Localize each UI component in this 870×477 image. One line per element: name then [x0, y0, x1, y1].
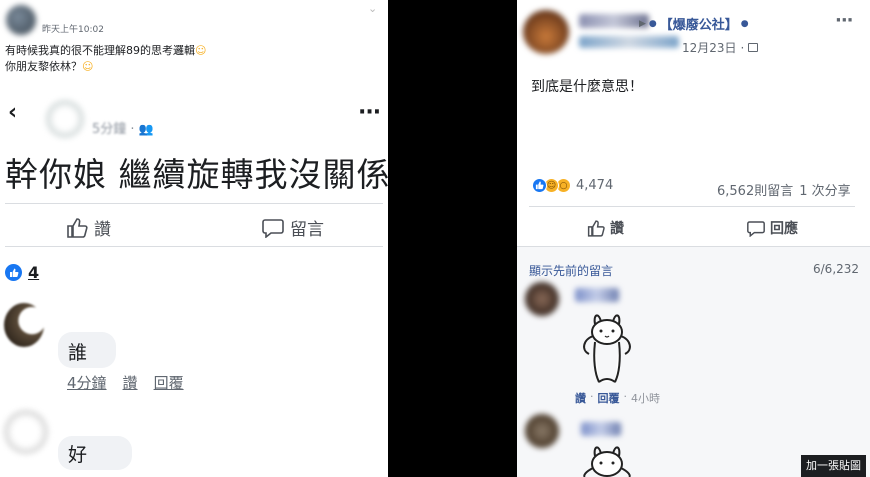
commenter-name[interactable]: [575, 288, 619, 302]
divider: [5, 246, 383, 247]
comment-reply-link[interactable]: 回覆: [154, 372, 184, 393]
reaction-count: 4,474: [576, 178, 614, 193]
avatar[interactable]: [4, 303, 44, 347]
dot-separator: ·: [130, 122, 135, 137]
divider: [529, 206, 855, 207]
reaction-count: 4: [28, 263, 40, 282]
thumbs-up-icon: [66, 217, 88, 238]
comment-share-stats[interactable]: 6,562則留言 1 次分享: [717, 180, 851, 199]
avatar[interactable]: [46, 100, 84, 138]
group-link[interactable]: ▶ ● 【爆廢公社】 ●: [639, 14, 749, 33]
comment-label: 回應: [770, 221, 798, 237]
more-options-icon[interactable]: ···: [835, 10, 853, 31]
like-reaction-icon: [5, 264, 22, 281]
dot-icon: ●: [740, 18, 749, 29]
comment-text: 誰: [68, 342, 88, 364]
left-screenshot: 昨天上午10:02 ⌄ 有時候我真的很不能理解89的思考邏輯☺ 你朋友黎依林？☺…: [0, 0, 388, 477]
avatar[interactable]: [525, 414, 559, 448]
comment-button[interactable]: 回應: [747, 218, 798, 238]
avatar[interactable]: [6, 5, 36, 35]
comment-actions: 讚 · 回覆 · 4小時: [575, 390, 660, 406]
comment-label: 留言: [290, 220, 324, 240]
post-timestamp: 昨天上午10:02: [42, 25, 104, 35]
rabbit-sticker[interactable]: [577, 310, 637, 386]
avatar[interactable]: [525, 282, 559, 316]
poster-subline: [579, 36, 679, 48]
thinking-emoji-icon: ☺: [195, 44, 207, 57]
comment-bubble-icon: [262, 218, 284, 238]
avatar[interactable]: [4, 410, 48, 454]
comment-text: 好: [68, 444, 88, 466]
like-button[interactable]: 讚: [587, 218, 624, 238]
comment-reply-link[interactable]: 回覆: [598, 390, 620, 406]
rabbit-sticker[interactable]: [577, 442, 637, 477]
post-text: 幹你娘 繼續旋轉我沒關係: [5, 155, 388, 194]
reaction-summary[interactable]: ☺ ○ 4,474: [532, 178, 613, 193]
post-text: 到底是什麼意思！: [531, 79, 643, 95]
comment-bubble-icon: [747, 220, 765, 237]
comment-time[interactable]: 4小時: [631, 390, 660, 406]
like-label: 讚: [94, 220, 111, 240]
watermark: 加一張貼圖: [801, 455, 866, 477]
divider: [5, 203, 383, 204]
comment-like-link[interactable]: 讚: [575, 390, 586, 406]
group-name: 【爆廢公社】: [659, 18, 738, 33]
comment-button[interactable]: 留言: [262, 215, 324, 240]
share-count[interactable]: 1 次分享: [799, 180, 850, 199]
post-time: 5分鐘 · 👥: [92, 122, 154, 137]
like-label: 讚: [610, 221, 624, 237]
chevron-down-icon[interactable]: ⌄: [368, 2, 377, 15]
comment-actions: 4分鐘 讚 回覆: [67, 372, 184, 393]
right-screenshot: ▶ ● 【爆廢公社】 ● 12月23日 · ··· 到底是什麼意思！ ☺ ○ 4…: [517, 0, 870, 477]
comment-time[interactable]: 4分鐘: [67, 372, 107, 393]
friends-icon: 👥: [138, 122, 154, 136]
post-date[interactable]: 12月23日 ·: [682, 39, 759, 56]
commenter-name[interactable]: [581, 422, 621, 436]
comments-section: [517, 246, 870, 477]
back-arrow-icon[interactable]: ‹: [8, 100, 17, 125]
dot-icon: ●: [648, 18, 657, 29]
comment-count[interactable]: 6,562則留言: [717, 180, 793, 199]
comment-page-count: 6/6,232: [813, 262, 860, 276]
like-reaction-icon: [532, 178, 547, 193]
thumbs-up-icon: [587, 219, 605, 237]
black-divider: [388, 0, 517, 477]
like-button[interactable]: 讚: [66, 215, 111, 240]
post-text-line1: 有時候我真的很不能理解89的思考邏輯☺: [5, 44, 207, 57]
arrow-right-icon: ▶: [639, 18, 646, 29]
emoji-icon: ☺: [82, 60, 94, 73]
show-previous-comments-link[interactable]: 顯示先前的留言: [529, 262, 613, 279]
more-options-icon[interactable]: ···: [358, 100, 381, 125]
group-icon: [748, 43, 759, 52]
comment-like-link[interactable]: 讚: [123, 372, 138, 393]
avatar[interactable]: [523, 10, 569, 54]
post-text-line2: 你朋友黎依林？☺: [5, 60, 94, 73]
reaction-summary[interactable]: 4: [5, 263, 39, 282]
